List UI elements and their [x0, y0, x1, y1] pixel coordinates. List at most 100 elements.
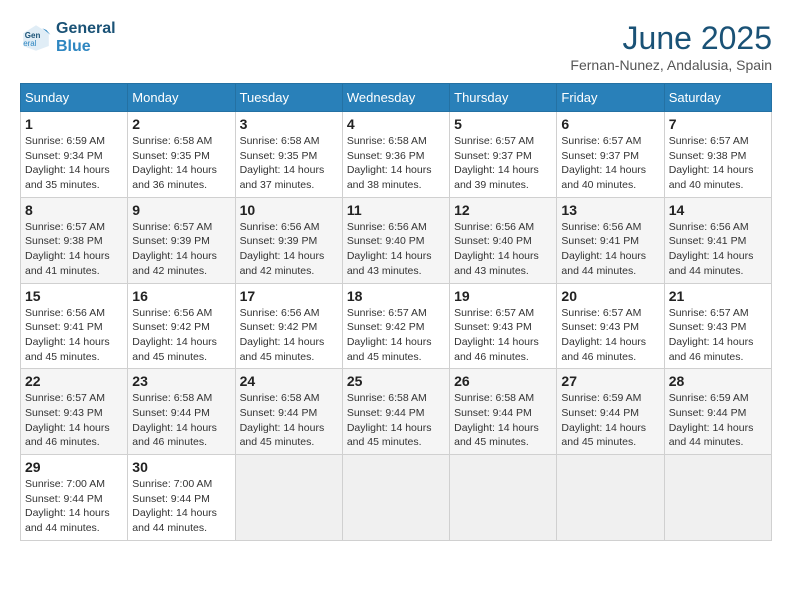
- calendar-cell: 5Sunrise: 6:57 AM Sunset: 9:37 PM Daylig…: [450, 112, 557, 198]
- calendar-body: 1 Sunrise: 6:59 AM Sunset: 9:34 PM Daylig…: [21, 112, 772, 541]
- day-info: Sunrise: 6:56 AM Sunset: 9:42 PM Dayligh…: [132, 306, 230, 365]
- header-cell-saturday: Saturday: [664, 84, 771, 112]
- day-number: 23: [132, 373, 230, 389]
- day-number: 19: [454, 288, 552, 304]
- calendar-cell: [235, 455, 342, 541]
- calendar-week-4: 22 Sunrise: 6:57 AM Sunset: 9:43 PM Dayli…: [21, 369, 772, 455]
- day-info: Sunrise: 7:00 AM Sunset: 9:44 PM Dayligh…: [132, 477, 230, 536]
- calendar-table: SundayMondayTuesdayWednesdayThursdayFrid…: [20, 83, 772, 541]
- header-cell-thursday: Thursday: [450, 84, 557, 112]
- page-header: Gen eral General Blue June 2025 Fernan-N…: [20, 20, 772, 73]
- calendar-cell: 28 Sunrise: 6:59 AM Sunset: 9:44 PM Dayli…: [664, 369, 771, 455]
- day-info: Sunrise: 6:56 AM Sunset: 9:41 PM Dayligh…: [669, 220, 767, 279]
- title-block: June 2025 Fernan-Nunez, Andalusia, Spain: [570, 20, 772, 73]
- day-number: 20: [561, 288, 659, 304]
- calendar-cell: [557, 455, 664, 541]
- calendar-week-3: 15 Sunrise: 6:56 AM Sunset: 9:41 PM Dayli…: [21, 283, 772, 369]
- day-info: Sunrise: 6:59 AM Sunset: 9:34 PM Dayligh…: [25, 134, 123, 193]
- calendar-week-1: 1 Sunrise: 6:59 AM Sunset: 9:34 PM Daylig…: [21, 112, 772, 198]
- day-info: Sunrise: 6:59 AM Sunset: 9:44 PM Dayligh…: [669, 391, 767, 450]
- day-number: 11: [347, 202, 445, 218]
- calendar-cell: 23 Sunrise: 6:58 AM Sunset: 9:44 PM Dayli…: [128, 369, 235, 455]
- calendar-cell: 10 Sunrise: 6:56 AM Sunset: 9:39 PM Dayli…: [235, 197, 342, 283]
- day-number: 10: [240, 202, 338, 218]
- logo: Gen eral General Blue: [20, 20, 116, 55]
- calendar-cell: 7 Sunrise: 6:57 AM Sunset: 9:38 PM Daylig…: [664, 112, 771, 198]
- day-info: Sunrise: 6:58 AM Sunset: 9:44 PM Dayligh…: [132, 391, 230, 450]
- day-info: Sunrise: 6:58 AM Sunset: 9:35 PM Dayligh…: [132, 134, 230, 193]
- month-title: June 2025: [570, 20, 772, 57]
- day-number: 27: [561, 373, 659, 389]
- calendar-cell: 20 Sunrise: 6:57 AM Sunset: 9:43 PM Dayli…: [557, 283, 664, 369]
- day-number: 13: [561, 202, 659, 218]
- calendar-cell: 13Sunrise: 6:56 AM Sunset: 9:41 PM Dayli…: [557, 197, 664, 283]
- day-info: Sunrise: 6:57 AM Sunset: 9:37 PM Dayligh…: [561, 134, 659, 193]
- calendar-cell: 18 Sunrise: 6:57 AM Sunset: 9:42 PM Dayli…: [342, 283, 449, 369]
- day-info: Sunrise: 6:56 AM Sunset: 9:40 PM Dayligh…: [347, 220, 445, 279]
- header-cell-monday: Monday: [128, 84, 235, 112]
- calendar-cell: 6 Sunrise: 6:57 AM Sunset: 9:37 PM Daylig…: [557, 112, 664, 198]
- day-info: Sunrise: 6:57 AM Sunset: 9:38 PM Dayligh…: [669, 134, 767, 193]
- calendar-cell: 12 Sunrise: 6:56 AM Sunset: 9:40 PM Dayli…: [450, 197, 557, 283]
- day-info: Sunrise: 6:56 AM Sunset: 9:39 PM Dayligh…: [240, 220, 338, 279]
- calendar-cell: 16Sunrise: 6:56 AM Sunset: 9:42 PM Dayli…: [128, 283, 235, 369]
- day-number: 28: [669, 373, 767, 389]
- day-info: Sunrise: 6:59 AM Sunset: 9:44 PM Dayligh…: [561, 391, 659, 450]
- calendar-cell: 14 Sunrise: 6:56 AM Sunset: 9:41 PM Dayli…: [664, 197, 771, 283]
- header-cell-sunday: Sunday: [21, 84, 128, 112]
- day-number: 18: [347, 288, 445, 304]
- calendar-cell: 2Sunrise: 6:58 AM Sunset: 9:35 PM Daylig…: [128, 112, 235, 198]
- day-info: Sunrise: 6:57 AM Sunset: 9:42 PM Dayligh…: [347, 306, 445, 365]
- day-number: 6: [561, 116, 659, 132]
- day-number: 5: [454, 116, 552, 132]
- day-number: 14: [669, 202, 767, 218]
- day-number: 17: [240, 288, 338, 304]
- day-number: 25: [347, 373, 445, 389]
- header-row: SundayMondayTuesdayWednesdayThursdayFrid…: [21, 84, 772, 112]
- calendar-cell: 15 Sunrise: 6:56 AM Sunset: 9:41 PM Dayli…: [21, 283, 128, 369]
- header-cell-friday: Friday: [557, 84, 664, 112]
- calendar-cell: [342, 455, 449, 541]
- calendar-cell: [664, 455, 771, 541]
- day-info: Sunrise: 6:57 AM Sunset: 9:43 PM Dayligh…: [25, 391, 123, 450]
- day-number: 22: [25, 373, 123, 389]
- day-number: 15: [25, 288, 123, 304]
- day-number: 3: [240, 116, 338, 132]
- day-info: Sunrise: 6:58 AM Sunset: 9:35 PM Dayligh…: [240, 134, 338, 193]
- calendar-cell: [450, 455, 557, 541]
- day-number: 1: [25, 116, 123, 132]
- calendar-cell: 29 Sunrise: 7:00 AM Sunset: 9:44 PM Dayli…: [21, 455, 128, 541]
- header-cell-wednesday: Wednesday: [342, 84, 449, 112]
- calendar-cell: 30 Sunrise: 7:00 AM Sunset: 9:44 PM Dayli…: [128, 455, 235, 541]
- day-info: Sunrise: 6:58 AM Sunset: 9:44 PM Dayligh…: [454, 391, 552, 450]
- day-info: Sunrise: 6:56 AM Sunset: 9:40 PM Dayligh…: [454, 220, 552, 279]
- day-info: Sunrise: 6:57 AM Sunset: 9:43 PM Dayligh…: [561, 306, 659, 365]
- logo-text: General Blue: [56, 20, 116, 55]
- location: Fernan-Nunez, Andalusia, Spain: [570, 57, 772, 73]
- day-info: Sunrise: 6:57 AM Sunset: 9:38 PM Dayligh…: [25, 220, 123, 279]
- calendar-cell: 8Sunrise: 6:57 AM Sunset: 9:38 PM Daylig…: [21, 197, 128, 283]
- calendar-cell: 11 Sunrise: 6:56 AM Sunset: 9:40 PM Dayli…: [342, 197, 449, 283]
- day-info: Sunrise: 6:58 AM Sunset: 9:36 PM Dayligh…: [347, 134, 445, 193]
- calendar-week-5: 29 Sunrise: 7:00 AM Sunset: 9:44 PM Dayli…: [21, 455, 772, 541]
- day-info: Sunrise: 6:57 AM Sunset: 9:43 PM Dayligh…: [669, 306, 767, 365]
- day-info: Sunrise: 6:56 AM Sunset: 9:41 PM Dayligh…: [25, 306, 123, 365]
- svg-text:eral: eral: [23, 39, 37, 48]
- day-info: Sunrise: 7:00 AM Sunset: 9:44 PM Dayligh…: [25, 477, 123, 536]
- day-number: 29: [25, 459, 123, 475]
- day-info: Sunrise: 6:58 AM Sunset: 9:44 PM Dayligh…: [240, 391, 338, 450]
- day-number: 21: [669, 288, 767, 304]
- calendar-header: SundayMondayTuesdayWednesdayThursdayFrid…: [21, 84, 772, 112]
- day-number: 4: [347, 116, 445, 132]
- calendar-cell: 4 Sunrise: 6:58 AM Sunset: 9:36 PM Daylig…: [342, 112, 449, 198]
- day-info: Sunrise: 6:58 AM Sunset: 9:44 PM Dayligh…: [347, 391, 445, 450]
- logo-icon: Gen eral: [20, 22, 52, 54]
- calendar-cell: 22 Sunrise: 6:57 AM Sunset: 9:43 PM Dayli…: [21, 369, 128, 455]
- day-number: 7: [669, 116, 767, 132]
- calendar-cell: 1 Sunrise: 6:59 AM Sunset: 9:34 PM Daylig…: [21, 112, 128, 198]
- day-number: 9: [132, 202, 230, 218]
- calendar-cell: 25 Sunrise: 6:58 AM Sunset: 9:44 PM Dayli…: [342, 369, 449, 455]
- calendar-cell: 24Sunrise: 6:58 AM Sunset: 9:44 PM Dayli…: [235, 369, 342, 455]
- day-number: 12: [454, 202, 552, 218]
- day-number: 30: [132, 459, 230, 475]
